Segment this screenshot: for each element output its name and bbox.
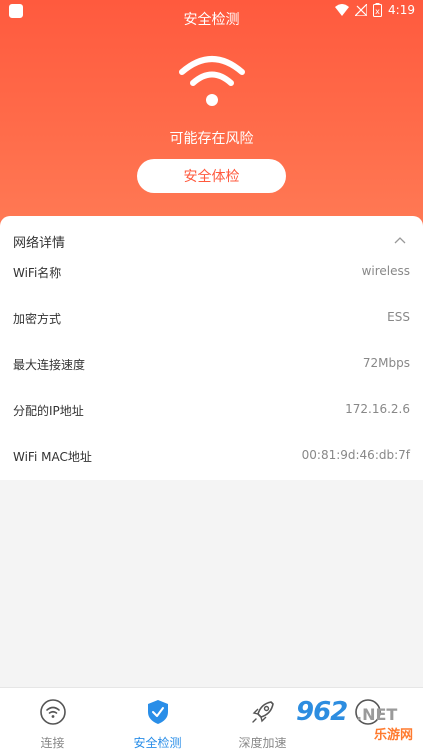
watermark-site: 乐游网 [373, 728, 413, 743]
header: x 4:19 安全检测 可能存在风险 安全体检 [0, 0, 423, 232]
detail-value: wireless [361, 264, 410, 278]
tab-label: 安全检测 [133, 736, 182, 750]
detail-label: 分配的IP地址 [13, 404, 84, 418]
detail-label: WiFi MAC地址 [13, 450, 92, 464]
security-check-button[interactable]: 安全体检 [137, 159, 286, 193]
detail-value: 172.16.2.6 [345, 402, 410, 416]
detail-label: 最大连接速度 [13, 358, 86, 372]
tab-connect[interactable]: 连接 [0, 688, 105, 752]
network-details-title: 网络详情 [13, 236, 66, 251]
detail-row-ip-address: 分配的IP地址 172.16.2.6 [0, 402, 423, 422]
wifi-icon [39, 699, 66, 725]
detail-row-mac-address: WiFi MAC地址 00:81:9d:46:db:7f [0, 448, 423, 468]
detail-label: WiFi名称 [13, 266, 62, 280]
detail-label: 加密方式 [13, 312, 62, 326]
watermark-number: 962 [296, 697, 348, 727]
detail-row-max-speed: 最大连接速度 72Mbps [0, 356, 423, 376]
wifi-icon [179, 56, 245, 106]
detail-value: ESS [387, 310, 410, 324]
detail-value: 00:81:9d:46:db:7f [301, 448, 410, 462]
tab-label: 连接 [40, 736, 65, 750]
rocket-icon [251, 701, 274, 723]
watermark-suffix: .NET [356, 705, 398, 724]
chevron-up-icon[interactable] [394, 236, 406, 244]
tab-security-check[interactable]: 安全检测 [105, 688, 210, 752]
detail-row-encryption: 加密方式 ESS [0, 310, 423, 330]
tab-label: 深度加速 [238, 736, 287, 750]
network-details-card: 网络详情 WiFi名称 wireless 加密方式 ESS 最大连接速度 72M… [0, 216, 423, 480]
risk-status-text: 可能存在风险 [169, 131, 254, 147]
page-title: 安全检测 [183, 12, 240, 28]
shield-check-icon [147, 700, 168, 724]
detail-row-wifi-name: WiFi名称 wireless [0, 264, 423, 284]
detail-value: 72Mbps [362, 356, 410, 370]
